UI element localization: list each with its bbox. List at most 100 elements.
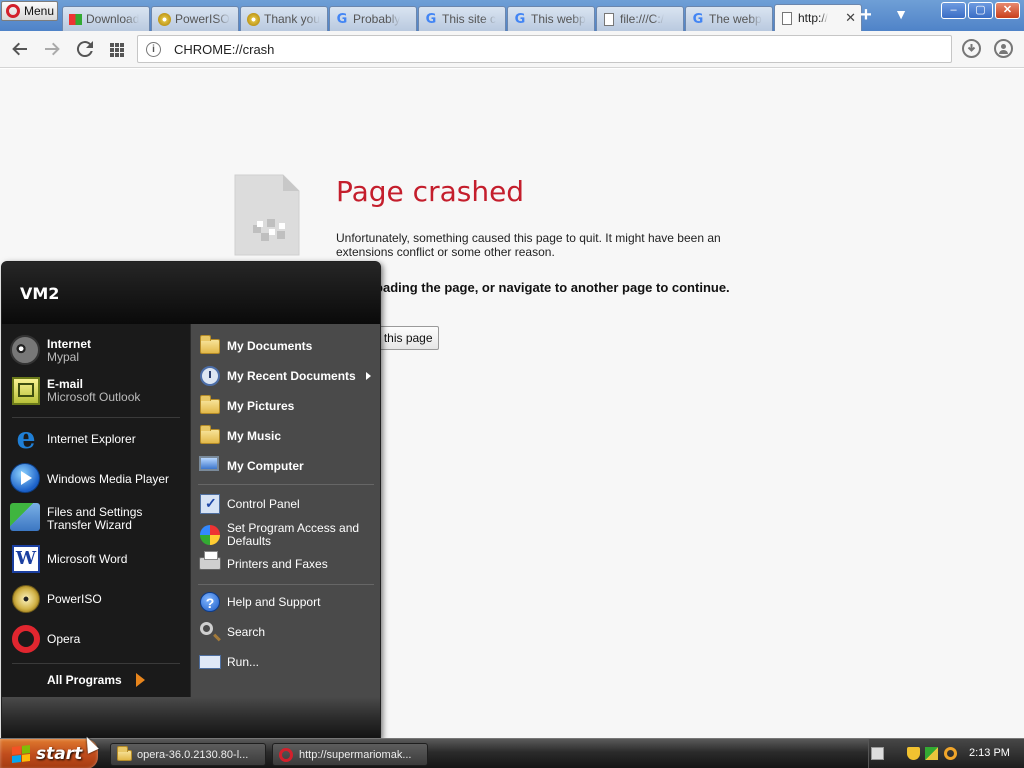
- item-subtitle: Microsoft Outlook: [47, 390, 141, 404]
- start-item-program-access[interactable]: Set Program Access and Defaults: [198, 522, 376, 548]
- divider: [12, 663, 180, 664]
- close-window-button[interactable]: ✕: [995, 2, 1020, 19]
- start-item-control-panel[interactable]: Control Panel: [198, 492, 376, 516]
- speed-dial-button[interactable]: [105, 37, 129, 61]
- reload-button[interactable]: [73, 37, 97, 61]
- item-title: Internet Explorer: [47, 431, 136, 446]
- minimize-button[interactable]: –: [941, 2, 966, 19]
- crash-message: Unfortunately, something caused this pag…: [336, 231, 721, 259]
- opera-menu-button[interactable]: Menu: [1, 1, 58, 21]
- start-item-my-pictures[interactable]: My Pictures: [198, 394, 376, 418]
- start-item-my-music[interactable]: My Music: [198, 424, 376, 448]
- tab-active[interactable]: http:// ✕: [774, 4, 862, 31]
- start-item-help[interactable]: ? Help and Support: [198, 590, 376, 614]
- url-text[interactable]: CHROME://crash: [174, 42, 274, 57]
- item-title: Help and Support: [227, 594, 321, 609]
- google-icon: G: [514, 11, 526, 27]
- opera-icon: [10, 623, 42, 655]
- item-title: Run...: [227, 654, 260, 669]
- tab[interactable]: Thank you: [240, 6, 328, 31]
- item-title: PowerISO: [47, 591, 102, 606]
- item-title: Windows Media Player: [47, 471, 170, 486]
- poweriso-icon: [246, 12, 260, 26]
- task-title: http://supermariomak...: [299, 748, 412, 761]
- taskbar-item-opera[interactable]: http://supermariomak...: [272, 743, 428, 766]
- maximize-button[interactable]: ▢: [968, 2, 993, 19]
- account-icon[interactable]: [994, 39, 1013, 58]
- file-icon: [780, 11, 794, 25]
- address-bar[interactable]: i CHROME://crash: [137, 35, 952, 63]
- forward-button[interactable]: [40, 37, 64, 61]
- pictures-folder-icon: [198, 394, 222, 418]
- start-item-media-player[interactable]: Windows Media Player: [10, 463, 185, 495]
- tab[interactable]: G The webp: [685, 6, 773, 31]
- start-item-search[interactable]: Search: [198, 620, 376, 644]
- taskbar-item-folder[interactable]: opera-36.0.2130.80-l...: [110, 743, 266, 766]
- tab-title: Thank you: [264, 12, 321, 26]
- transfer-wizard-icon: [10, 503, 42, 535]
- back-button[interactable]: [8, 37, 32, 61]
- tab[interactable]: PowerISO: [151, 6, 239, 31]
- new-tab-button[interactable]: +: [855, 5, 877, 26]
- task-title: opera-36.0.2130.80-l...: [137, 748, 249, 761]
- divider: [198, 584, 374, 585]
- tab-title: This webp: [531, 12, 586, 26]
- all-programs-button[interactable]: All Programs: [47, 673, 145, 687]
- tab[interactable]: G Probably: [329, 6, 417, 31]
- grid-icon: [110, 43, 124, 57]
- start-item-printers[interactable]: Printers and Faxes: [198, 551, 376, 576]
- tab[interactable]: file:///C:/: [596, 6, 684, 31]
- item-title: Search: [227, 624, 266, 639]
- page-title: Page crashed: [336, 175, 525, 208]
- reload-icon: [76, 41, 93, 58]
- item-title: Microsoft Word: [47, 551, 128, 566]
- tab[interactable]: G This webp: [507, 6, 595, 31]
- google-icon: G: [336, 11, 348, 27]
- item-title: Opera: [47, 631, 81, 646]
- keyboard-icon[interactable]: [871, 747, 884, 760]
- help-icon: ?: [198, 590, 222, 614]
- start-item-recent-documents[interactable]: My Recent Documents: [198, 364, 376, 388]
- item-title: My Documents: [227, 338, 313, 353]
- tab[interactable]: G This site c: [418, 6, 506, 31]
- word-icon: W: [10, 543, 42, 575]
- google-icon: G: [692, 11, 704, 27]
- item-subtitle: Mypal: [47, 350, 80, 364]
- start-item-transfer-wizard[interactable]: Files and Settings Transfer Wizard: [10, 503, 185, 535]
- item-title: My Recent Documents: [227, 368, 356, 383]
- printer-icon: [198, 551, 222, 576]
- tab[interactable]: Download: [62, 6, 150, 31]
- start-item-poweriso[interactable]: PowerISO: [10, 583, 185, 615]
- item-title: My Computer: [227, 458, 304, 473]
- menu-label: Menu: [24, 4, 55, 18]
- start-item-internet[interactable]: Internet Mypal: [10, 335, 185, 367]
- tab-title: This site c: [442, 12, 497, 26]
- download-icon[interactable]: [962, 39, 981, 58]
- start-item-run[interactable]: Run...: [198, 650, 376, 674]
- network-icon[interactable]: [925, 747, 938, 760]
- site-info-icon[interactable]: i: [146, 42, 161, 57]
- start-item-my-documents[interactable]: My Documents: [198, 334, 376, 358]
- google-icon: G: [425, 11, 437, 27]
- start-item-opera[interactable]: Opera: [10, 623, 185, 655]
- recent-documents-icon: [198, 364, 222, 388]
- start-item-word[interactable]: W Microsoft Word: [10, 543, 185, 575]
- crash-help-text: Try reloading the page, or navigate to a…: [336, 280, 730, 295]
- start-item-email[interactable]: E-mail Microsoft Outlook: [10, 375, 185, 407]
- media-player-icon: [10, 463, 42, 495]
- divider: [12, 417, 180, 418]
- tab-title: http://: [798, 11, 829, 25]
- arrow-right-icon: [135, 673, 145, 687]
- system-tray: 2:13 PM: [868, 739, 1024, 768]
- tab-menu-icon[interactable]: ▼: [890, 6, 912, 26]
- security-shield-icon[interactable]: [907, 747, 920, 760]
- start-menu: VM2 Internet Mypal E-mail Microsoft Outloo…: [1, 261, 381, 739]
- start-item-my-computer[interactable]: My Computer: [198, 454, 376, 478]
- start-item-internet-explorer[interactable]: e Internet Explorer: [10, 423, 185, 455]
- start-label: start: [36, 744, 83, 764]
- run-icon: [198, 650, 222, 674]
- mypal-icon: [10, 335, 42, 367]
- search-tray-icon[interactable]: [944, 747, 957, 760]
- start-menu-footer: [2, 697, 380, 738]
- tab-title: PowerISO: [175, 12, 230, 26]
